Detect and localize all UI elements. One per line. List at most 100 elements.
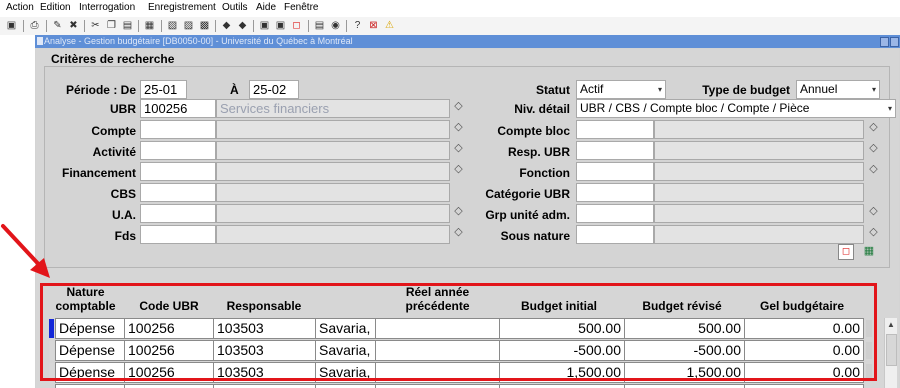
window-title: Analyse - Gestion budgétaire [DB0050-00]… [44,36,353,46]
previous-record-icon[interactable]: ◆ [220,19,233,32]
statut-select[interactable]: Actif ▾ [576,80,666,99]
ubr-lov-icon[interactable]: ◇ [451,99,466,114]
ubr-code-field[interactable]: 100256 [140,99,216,118]
next-record-icon[interactable]: ◆ [236,19,249,32]
compte-field[interactable] [140,120,216,139]
menu-aide[interactable]: Aide [256,2,276,13]
cell-resp-name[interactable] [315,384,376,388]
insert-record-icon[interactable]: ▣ [258,19,271,32]
toolbar-separator [138,20,139,32]
resp-ubr-field[interactable] [576,141,654,160]
compte-label: Compte [91,124,136,138]
compte-bloc-field[interactable] [576,120,654,139]
table-row[interactable] [44,384,874,388]
paste-icon[interactable]: ▤ [121,19,134,32]
financement-label: Financement [61,166,136,180]
compte-lov-icon[interactable]: ◇ [451,120,466,135]
minimize-button[interactable] [880,37,889,47]
sous-nature-field[interactable] [576,225,654,244]
toolbar-separator [308,20,309,32]
periode-label: Période : De [65,83,136,97]
zoom-icon[interactable]: ◉ [329,19,342,32]
warning-icon[interactable]: ⚠ [383,19,396,32]
type-budget-select[interactable]: Annuel ▾ [796,80,880,99]
activite-description-field [216,141,450,160]
fonction-lov-icon[interactable]: ◇ [866,162,881,177]
niv-detail-value: UBR / CBS / Compte bloc / Compte / Pièce [580,101,810,115]
maximize-button[interactable] [890,37,899,47]
financement-field[interactable] [140,162,216,181]
edit-icon[interactable]: ▦ [143,19,156,32]
categorie-ubr-label: Catégorie UBR [485,187,570,201]
cell-resp-code[interactable] [213,384,316,388]
cell-gel[interactable] [744,384,864,388]
resp-ubr-lov-icon[interactable]: ◇ [866,141,881,156]
query-enter-icon[interactable]: ▧ [166,19,179,32]
periode-from-field[interactable]: 25-01 [140,80,187,99]
menu-bar: Action Edition Interrogation Enregistrem… [0,0,900,17]
fds-lov-icon[interactable]: ◇ [451,225,466,240]
list-values-icon[interactable]: ▤ [313,19,326,32]
sous-nature-description-field [654,225,864,244]
help-icon[interactable]: ? [351,19,364,32]
cell-code-ubr[interactable] [124,384,214,388]
menu-outils[interactable]: Outils [222,2,248,13]
categorie-ubr-field[interactable] [576,183,654,202]
toolbar-separator [84,20,85,32]
window-icon [37,37,43,45]
ua-description-field [216,204,450,223]
cut-icon[interactable]: ✂ [89,19,102,32]
ua-field[interactable] [140,204,216,223]
compte-bloc-lov-icon[interactable]: ◇ [866,120,881,135]
cell-budget-revise[interactable] [624,384,745,388]
cbs-label: CBS [110,187,136,201]
type-budget-label: Type de budget [702,83,790,97]
erase-icon[interactable]: ◻ [290,19,303,32]
scroll-thumb[interactable] [886,334,897,366]
statut-label: Statut [536,83,570,97]
toolbar: ▣ ⎙ ✎ ✖ ✂ ❐ ▤ ▦ ▧ ▨ ▩ ◆ ◆ ▣ ▣ ◻ ▤ ◉ ? ⊠ … [0,17,900,35]
grp-unite-label: Grp unité adm. [485,208,570,222]
cell-reel[interactable] [375,384,500,388]
toolbar-separator [23,20,24,32]
toolbar-separator [346,20,347,32]
grp-unite-field[interactable] [576,204,654,223]
copy-icon[interactable]: ❐ [105,19,118,32]
toolbar-separator [253,20,254,32]
print-icon[interactable]: ⎙ [28,19,41,32]
menu-action[interactable]: Action [6,2,34,13]
cell-budget-initial[interactable] [499,384,625,388]
sous-nature-label: Sous nature [500,229,570,243]
sous-nature-lov-icon[interactable]: ◇ [866,225,881,240]
activite-field[interactable] [140,141,216,160]
compte-bloc-label: Compte bloc [497,124,570,138]
activite-lov-icon[interactable]: ◇ [451,141,466,156]
grid-scrollbar[interactable]: ▲ [884,318,897,388]
execute-query-icon[interactable]: ▦ [862,244,876,258]
exit-icon[interactable]: ✖ [67,19,80,32]
cbs-field[interactable] [140,183,216,202]
menu-interrogation[interactable]: Interrogation [79,2,135,13]
periode-to-field[interactable]: 25-02 [249,80,299,99]
financement-lov-icon[interactable]: ◇ [451,162,466,177]
query-execute-icon[interactable]: ▨ [182,19,195,32]
fonction-field[interactable] [576,162,654,181]
erase-criteria-icon[interactable]: ◻ [838,244,854,260]
grp-unite-lov-icon[interactable]: ◇ [866,204,881,219]
delete-record-icon[interactable]: ▣ [274,19,287,32]
niv-detail-select[interactable]: UBR / CBS / Compte bloc / Compte / Pièce… [576,99,896,118]
resp-ubr-label: Resp. UBR [507,145,570,159]
menu-fenetre[interactable]: Fenêtre [284,2,318,13]
menu-edition[interactable]: Edition [40,2,71,13]
close-window-icon[interactable]: ⊠ [367,19,380,32]
query-cancel-icon[interactable]: ▩ [198,19,211,32]
scroll-up-icon[interactable]: ▲ [887,320,895,329]
ubr-description-field: Services financiers [216,99,450,118]
menu-enregistrement[interactable]: Enregistrement [148,2,216,13]
save-icon[interactable]: ▣ [5,19,18,32]
fds-field[interactable] [140,225,216,244]
fds-label: Fds [114,229,136,243]
clear-icon[interactable]: ✎ [51,19,64,32]
cell-nature[interactable] [55,384,125,388]
financement-description-field [216,162,450,181]
